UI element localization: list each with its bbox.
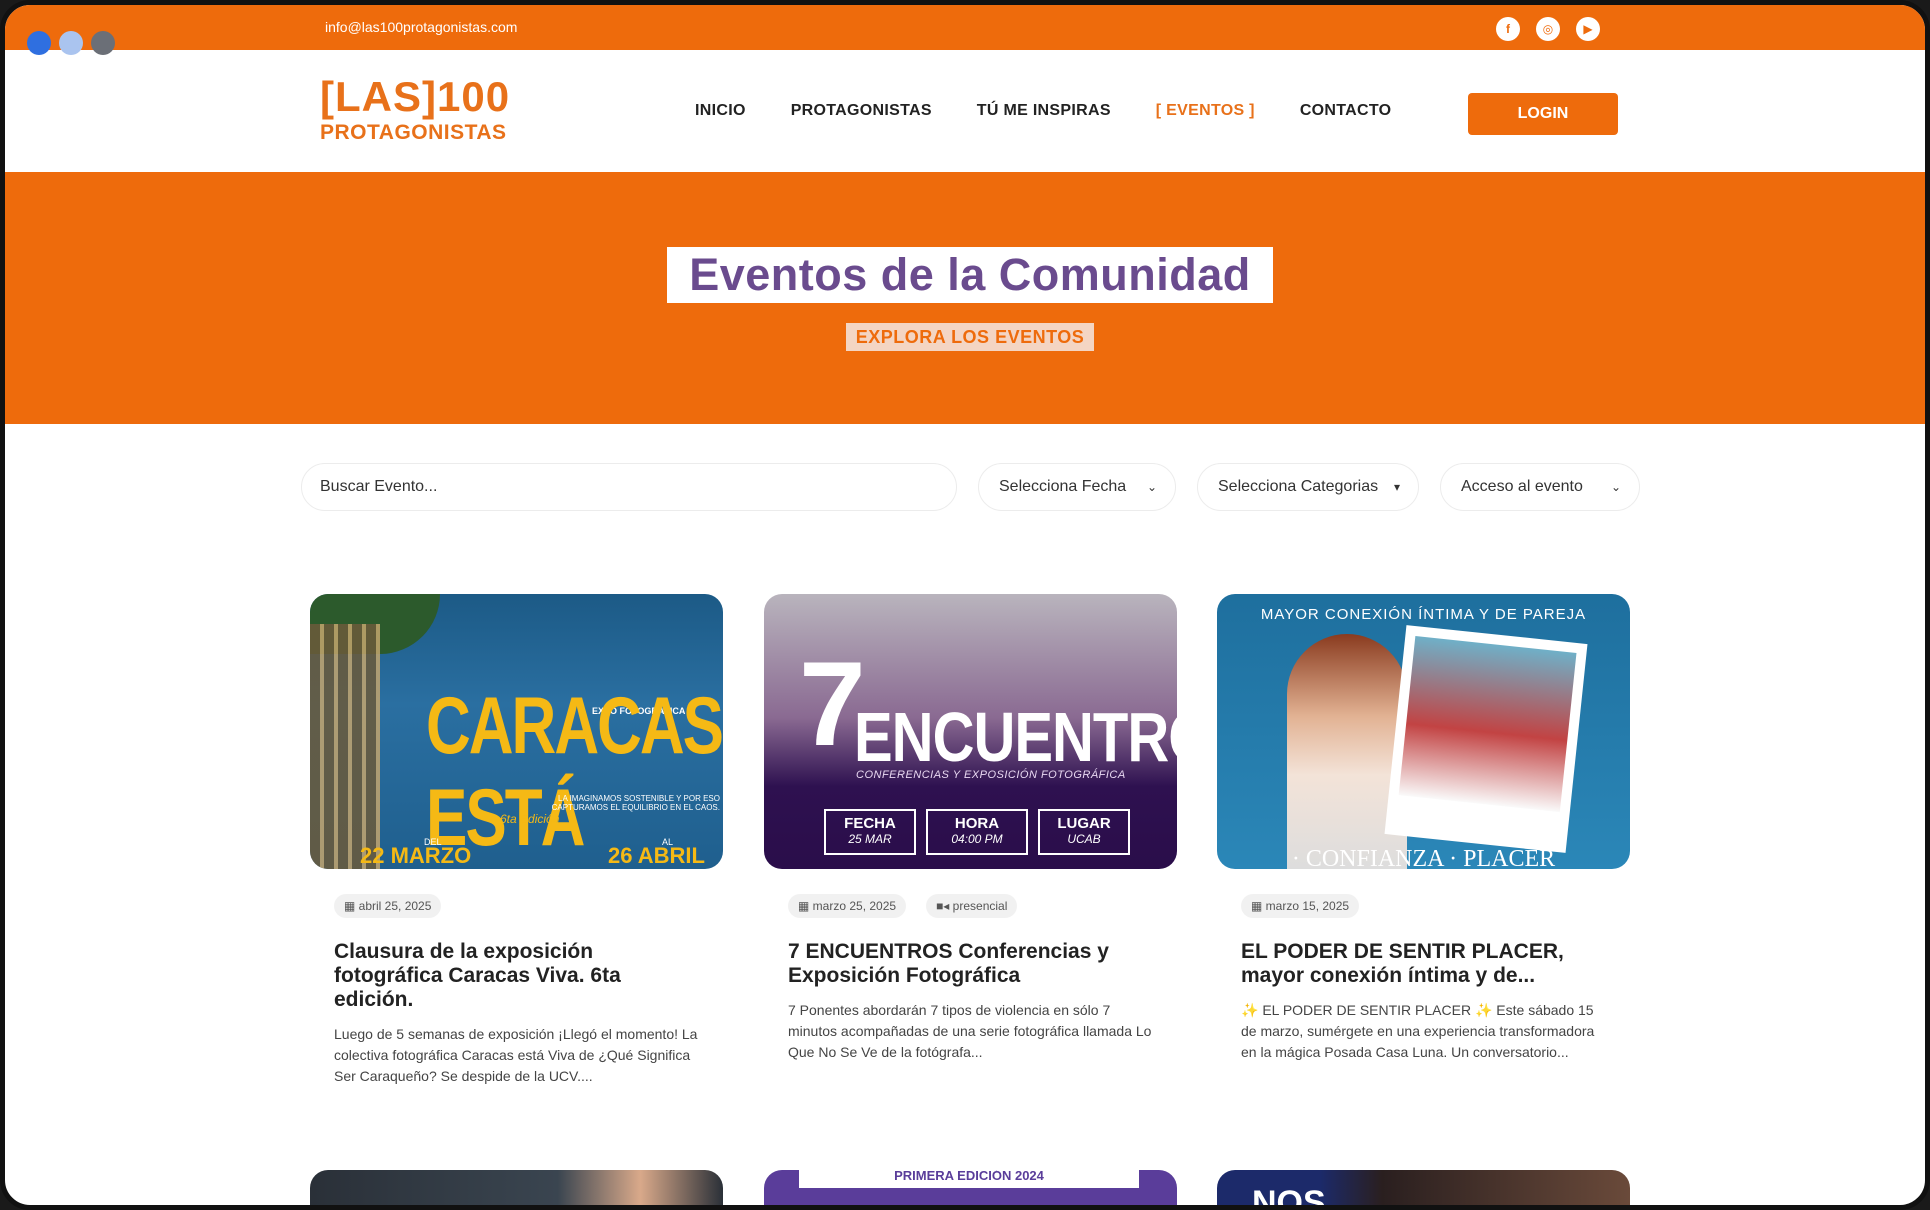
calendar-icon: ▦ bbox=[344, 899, 359, 913]
window-controls bbox=[27, 31, 115, 55]
image-from-date: 22 MARZO bbox=[360, 843, 472, 868]
chevron-down-icon: ⌄ bbox=[1610, 480, 1621, 494]
date-filter-label: Selecciona Fecha bbox=[999, 478, 1127, 495]
image-headline: CARACAS ESTÁ VIVA bbox=[426, 681, 723, 869]
nav-item-tu-me-inspiras[interactable]: TÚ ME INSPIRAS bbox=[977, 102, 1111, 120]
image-banner-text: PRIMERA EDICIÓN 2024 bbox=[799, 1170, 1139, 1188]
event-description: 7 Ponentes abordarán 7 tipos de violenci… bbox=[788, 1002, 1152, 1060]
event-image[interactable]: 7 ENCUENTROS CONFERENCIAS Y EXPOSICIÓN F… bbox=[764, 594, 1177, 869]
date-badge: ▦ marzo 15, 2025 bbox=[1241, 894, 1360, 918]
browser-frame: info@las100protagonistas.com f ◎ ▶ [LAS]… bbox=[0, 0, 1930, 1210]
window-minimize-dot[interactable] bbox=[59, 31, 83, 55]
social-links: f ◎ ▶ bbox=[1496, 17, 1600, 41]
nav-item-protagonistas[interactable]: PROTAGONISTAS bbox=[791, 102, 932, 120]
logo-line-2: PROTAGONISTAS bbox=[320, 121, 507, 144]
access-filter-label: Acceso al evento bbox=[1461, 478, 1583, 495]
event-card[interactable]: MAYOR CONEXIÓN ÍNTIMA Y DE PAREJA · CONF… bbox=[1217, 594, 1630, 1063]
search-input[interactable]: Buscar Evento... bbox=[301, 463, 957, 511]
event-title[interactable]: Clausura de la exposición fotográfica Ca… bbox=[334, 940, 704, 1012]
window-close-dot[interactable] bbox=[27, 31, 51, 55]
image-building bbox=[310, 624, 380, 869]
site-logo[interactable]: [LAS]100 PROTAGONISTAS bbox=[320, 75, 510, 145]
nav-item-inicio[interactable]: INICIO bbox=[695, 102, 746, 120]
nav-item-contacto[interactable]: CONTACTO bbox=[1300, 102, 1392, 120]
page-subtitle: EXPLORA LOS EVENTOS bbox=[846, 323, 1094, 351]
mode-text: presencial bbox=[952, 899, 1008, 913]
event-description: Luego de 5 semanas de exposición ¡Llegó … bbox=[334, 1026, 698, 1084]
image-to-date: 26 ABRIL bbox=[608, 843, 705, 868]
calendar-icon: ▦ bbox=[798, 899, 813, 913]
info-box-label: FECHA bbox=[844, 815, 896, 832]
info-box-label: LUGAR bbox=[1057, 815, 1111, 832]
image-tagline: LA IMAGINAMOS SOSTENIBLE Y POR ESO CAPTU… bbox=[551, 794, 720, 812]
event-card[interactable]: EXPO FOTOGRÁFICA CARACAS ESTÁ VIVA LA IM… bbox=[310, 594, 723, 1087]
event-title[interactable]: 7 ENCUENTROS Conferencias y Exposición F… bbox=[788, 940, 1158, 988]
main-nav: INICIO PROTAGONISTAS TÚ ME INSPIRAS [ EV… bbox=[695, 102, 1391, 120]
video-camera-icon: ■◂ bbox=[936, 899, 953, 913]
site-header: [LAS]100 PROTAGONISTAS INICIO PROTAGONIS… bbox=[5, 50, 1925, 172]
top-bar: info@las100protagonistas.com f ◎ ▶ bbox=[5, 5, 1925, 50]
image-headline: NOS bbox=[1252, 1184, 1326, 1210]
calendar-icon: ▦ bbox=[1251, 899, 1266, 913]
category-filter-label: Selecciona Categorias bbox=[1218, 478, 1379, 495]
info-box-label: HORA bbox=[954, 815, 1000, 832]
window-maximize-dot[interactable] bbox=[91, 31, 115, 55]
event-image[interactable]: NOS bbox=[1217, 1170, 1630, 1210]
info-box-value: 04:00 PM bbox=[951, 832, 1003, 846]
instagram-icon[interactable]: ◎ bbox=[1536, 17, 1560, 41]
image-bottom-text: · CONFIANZA · PLACER bbox=[1291, 846, 1556, 869]
login-button[interactable]: LOGIN bbox=[1468, 93, 1618, 135]
mode-badge: ■◂ presencial bbox=[926, 894, 1018, 918]
facebook-icon[interactable]: f bbox=[1496, 17, 1520, 41]
event-image[interactable] bbox=[310, 1170, 723, 1205]
event-meta: ▦ abril 25, 2025 bbox=[334, 894, 723, 918]
page-title: Eventos de la Comunidad bbox=[667, 247, 1273, 303]
polaroid-photo bbox=[1398, 636, 1577, 813]
event-meta: ▦ marzo 15, 2025 bbox=[1241, 894, 1630, 918]
image-info-box: HORA 04:00 PM bbox=[926, 809, 1028, 855]
event-image[interactable]: EXPO FOTOGRÁFICA CARACAS ESTÁ VIVA LA IM… bbox=[310, 594, 723, 869]
event-description: ✨ EL PODER DE SENTIR PLACER ✨ Este sábad… bbox=[1241, 1002, 1595, 1060]
youtube-icon[interactable]: ▶ bbox=[1576, 17, 1600, 41]
event-title[interactable]: EL PODER DE SENTIR PLACER, mayor conexió… bbox=[1241, 940, 1611, 988]
logo-line-1: [LAS]100 bbox=[320, 73, 511, 120]
event-image[interactable]: PRIMERA EDICIÓN 2024 bbox=[764, 1170, 1177, 1205]
category-filter-dropdown[interactable]: Selecciona Categorias ▾ bbox=[1197, 463, 1419, 511]
event-meta: ▦ marzo 25, 2025 ■◂ presencial bbox=[788, 894, 1177, 918]
image-polaroid bbox=[1384, 625, 1588, 853]
event-image[interactable]: MAYOR CONEXIÓN ÍNTIMA Y DE PAREJA · CONF… bbox=[1217, 594, 1630, 869]
chevron-down-icon: ⌄ bbox=[1146, 480, 1157, 494]
image-info-box: LUGAR UCAB bbox=[1038, 809, 1130, 855]
image-edition: 6ta Edición bbox=[500, 812, 560, 826]
image-info-box: FECHA 25 MAR bbox=[824, 809, 916, 855]
date-text: marzo 15, 2025 bbox=[1265, 899, 1350, 913]
date-badge: ▦ marzo 25, 2025 bbox=[788, 894, 907, 918]
nav-item-eventos[interactable]: [ EVENTOS ] bbox=[1156, 102, 1255, 120]
contact-email-link[interactable]: info@las100protagonistas.com bbox=[325, 19, 517, 35]
info-box-value: 25 MAR bbox=[848, 832, 892, 846]
info-box-value: UCAB bbox=[1067, 832, 1101, 846]
date-filter-dropdown[interactable]: Selecciona Fecha ⌄ bbox=[978, 463, 1176, 511]
image-tagline: CONFERENCIAS Y EXPOSICIÓN FOTOGRÁFICA bbox=[856, 769, 1126, 781]
date-text: abril 25, 2025 bbox=[358, 899, 432, 913]
event-card[interactable]: 7 ENCUENTROS CONFERENCIAS Y EXPOSICIÓN F… bbox=[764, 594, 1177, 1063]
date-text: marzo 25, 2025 bbox=[812, 899, 897, 913]
hero-banner: Eventos de la Comunidad EXPLORA LOS EVEN… bbox=[5, 172, 1925, 424]
image-headline: ENCUENTROS bbox=[854, 698, 1177, 777]
date-badge: ▦ abril 25, 2025 bbox=[334, 894, 442, 918]
access-filter-select[interactable]: Acceso al evento ⌄ bbox=[1440, 463, 1640, 511]
image-top-text: MAYOR CONEXIÓN ÍNTIMA Y DE PAREJA bbox=[1260, 606, 1587, 623]
caret-down-icon: ▾ bbox=[1393, 480, 1400, 494]
